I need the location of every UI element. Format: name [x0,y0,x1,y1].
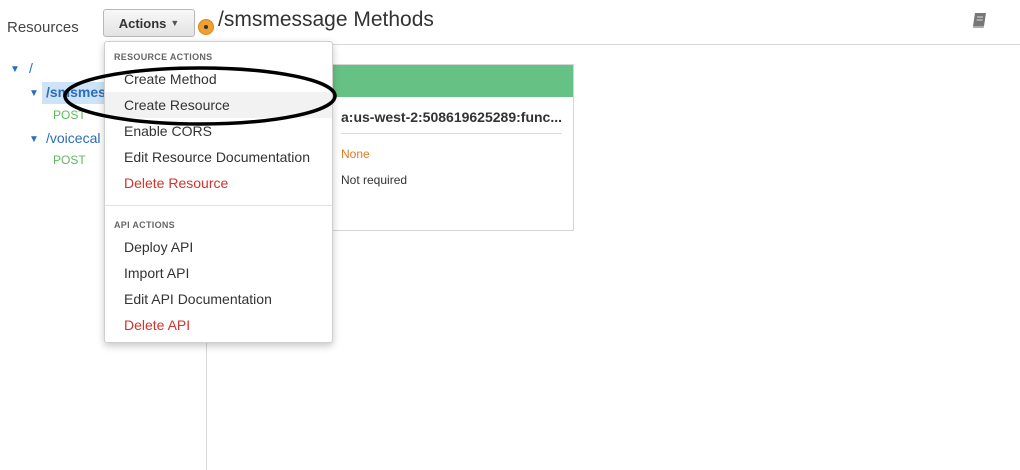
lambda-arn[interactable]: a:us-west-2:508619625289:func... [341,109,562,125]
method-panel-header[interactable] [323,65,573,97]
menu-item-edit-resource-documentation[interactable]: Edit Resource Documentation [124,149,310,165]
tree-method-post[interactable]: POST [53,153,86,167]
api-key-value: Not required [341,173,408,187]
menu-divider [105,205,332,206]
api-actions-header: API ACTIONS [114,220,175,230]
menu-item-deploy-api[interactable]: Deploy API [124,239,193,255]
actions-button[interactable]: Actions ▼ [103,9,195,37]
panel-divider [341,133,562,134]
help-dot-icon[interactable] [198,19,214,35]
tree-expand-icon[interactable]: ▼ [29,88,39,99]
authorization-value[interactable]: None [341,147,370,161]
actions-button-label: Actions [118,15,167,31]
annotation-ellipse [63,66,337,126]
tree-expand-icon[interactable]: ▼ [10,64,20,75]
tree-item-voicecall[interactable]: /voicecal [46,130,100,146]
tree-item-root[interactable]: / [29,60,33,76]
resource-actions-header: RESOURCE ACTIONS [114,52,213,62]
menu-item-delete-api[interactable]: Delete API [124,317,190,333]
book-icon[interactable] [970,10,990,30]
resources-title: Resources [7,19,79,36]
caret-down-icon: ▼ [170,18,180,28]
page-title: /smsmessage Methods [218,8,434,31]
menu-item-delete-resource[interactable]: Delete Resource [124,175,228,191]
tree-expand-icon[interactable]: ▼ [29,134,39,145]
header-divider [218,44,1020,45]
menu-item-import-api[interactable]: Import API [124,265,189,281]
menu-item-edit-api-documentation[interactable]: Edit API Documentation [124,291,272,307]
